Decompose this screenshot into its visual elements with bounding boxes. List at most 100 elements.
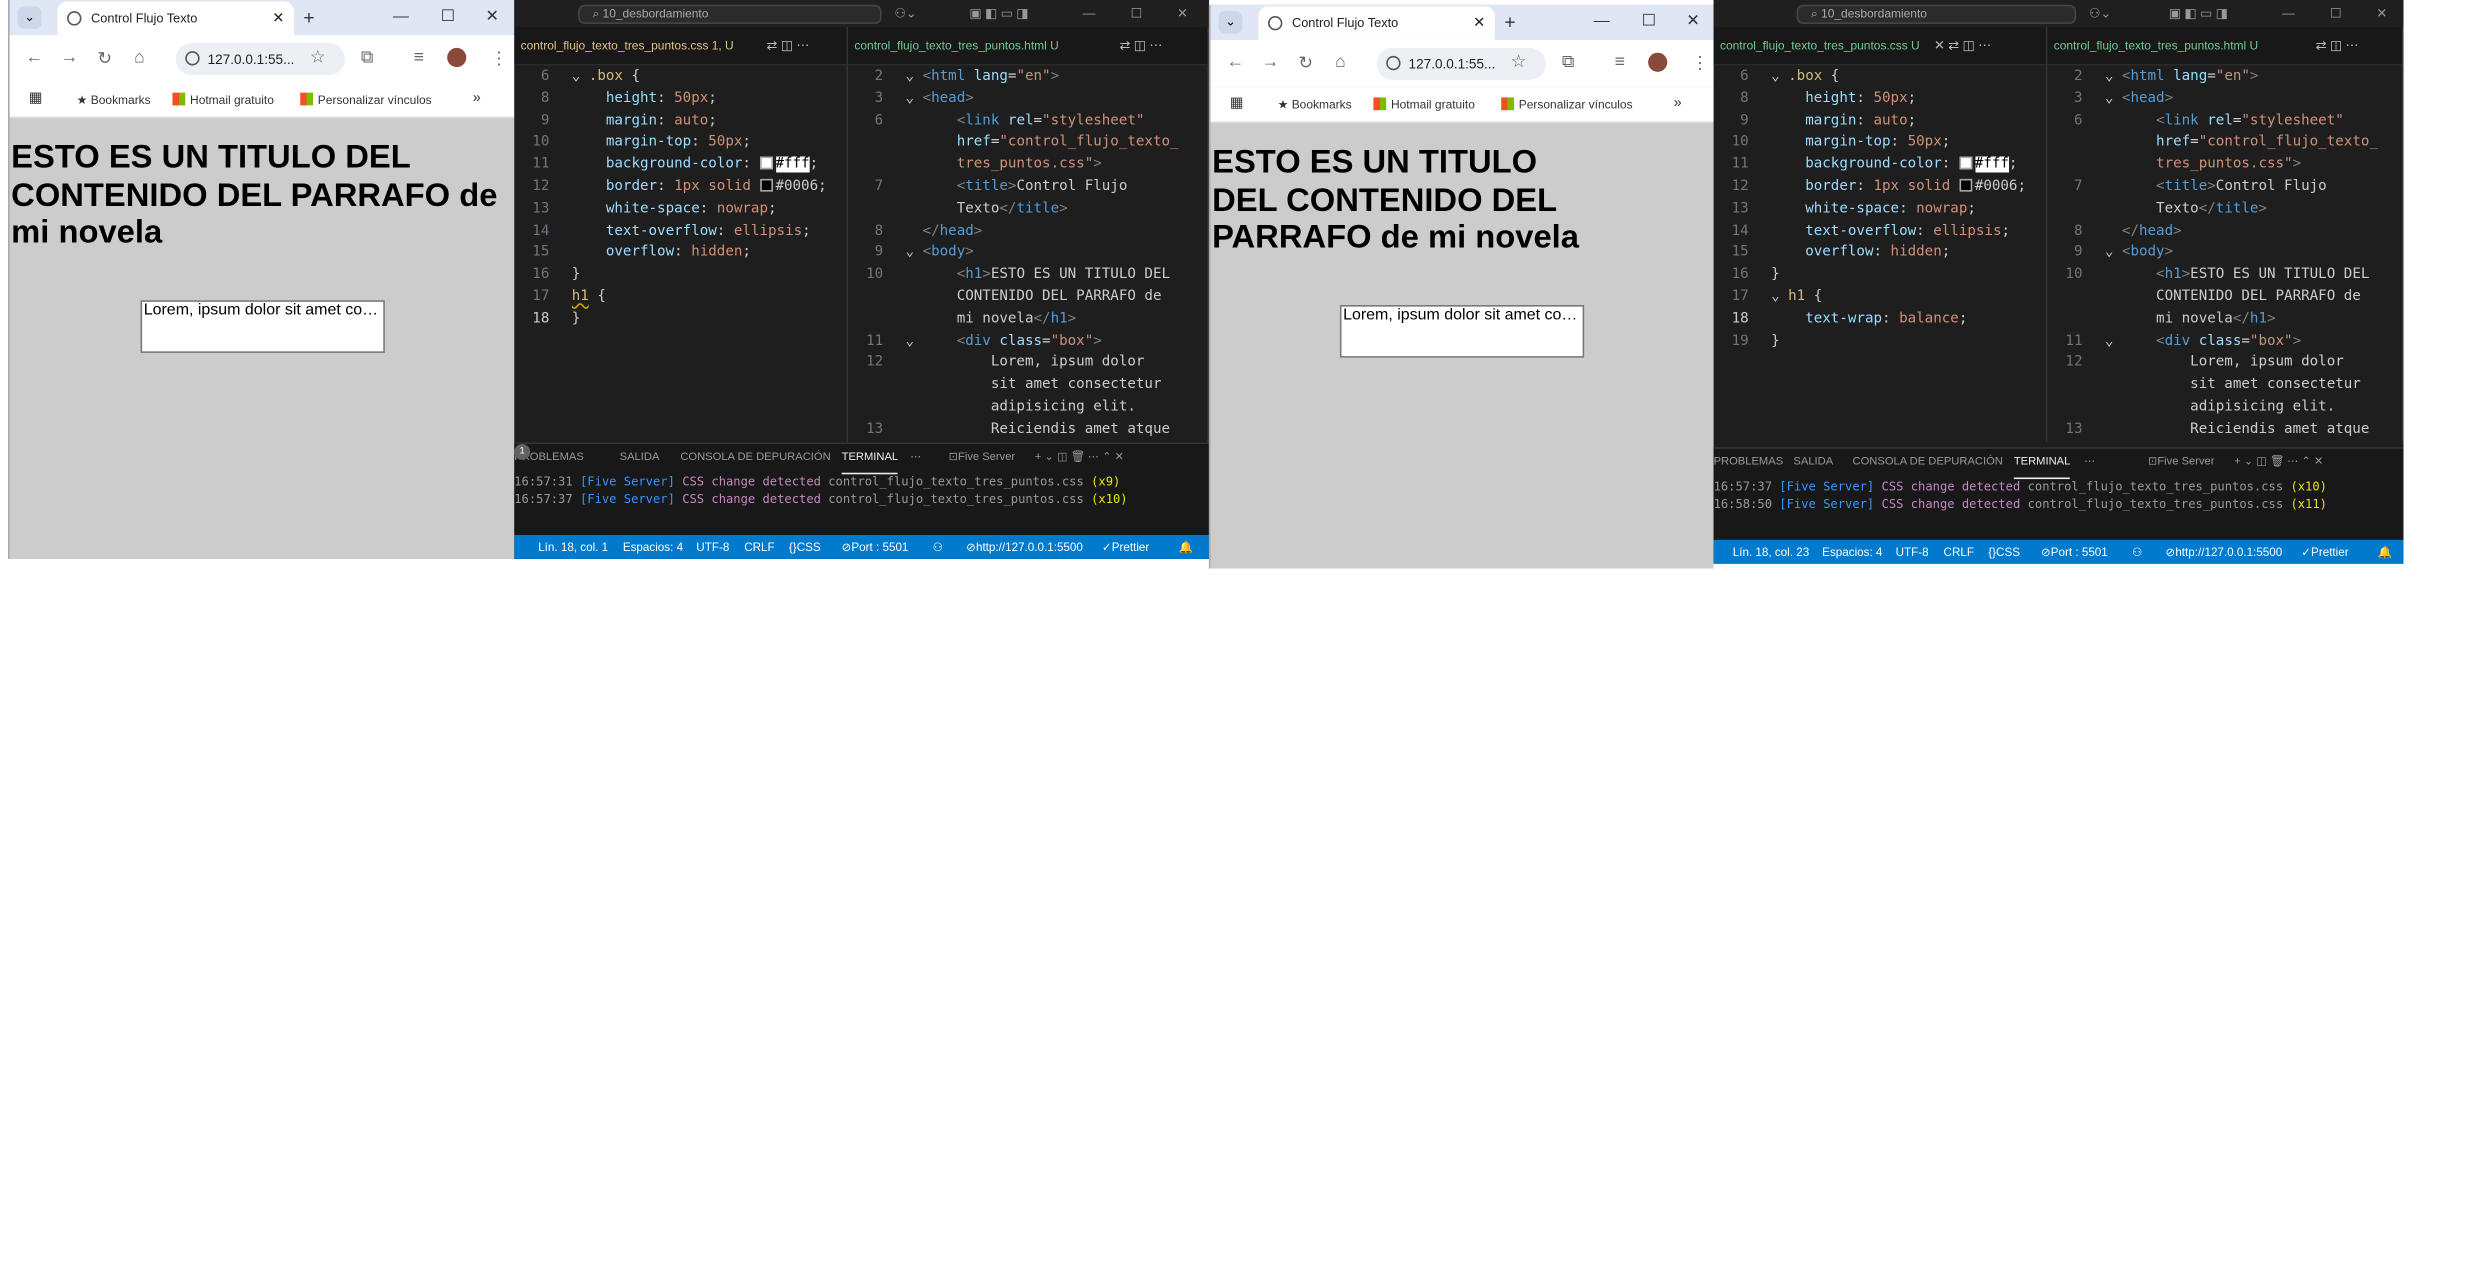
- css-file-tab[interactable]: control_flujo_texto_tres_puntos.css 1, U…: [514, 27, 847, 66]
- bell-icon[interactable]: 🔔: [2378, 540, 2393, 564]
- menu-icon[interactable]: ⋮: [1691, 53, 1709, 73]
- browser-tabstrip: ⌄ Control Flujo Texto ✕ + — ☐ ✕: [9, 0, 515, 36]
- terminal-profile[interactable]: ⊡ Five Server: [949, 444, 1016, 473]
- reload-icon[interactable]: ↻: [1298, 53, 1313, 73]
- close-tab-icon[interactable]: ✕: [272, 2, 284, 36]
- minimize-button[interactable]: —: [2282, 0, 2295, 27]
- bookmark-hotmail[interactable]: Hotmail gratuito: [1373, 97, 1475, 112]
- status-prettier[interactable]: ✓ Prettier: [1102, 535, 1149, 559]
- tab-salida[interactable]: SALIDA: [620, 444, 660, 473]
- command-center[interactable]: ⌕ 10_desbordamiento: [578, 4, 882, 24]
- star-icon[interactable]: ☆: [1511, 51, 1527, 72]
- star-icon[interactable]: ☆: [310, 46, 326, 67]
- more-bookmarks-icon[interactable]: »: [1674, 94, 1682, 110]
- close-window-button[interactable]: ✕: [1177, 0, 1188, 27]
- back-icon[interactable]: ←: [1226, 53, 1244, 72]
- tab-search-button[interactable]: ⌄: [1218, 11, 1243, 34]
- site-info-icon[interactable]: [1386, 55, 1401, 71]
- minimize-button[interactable]: —: [393, 0, 409, 35]
- maximize-button[interactable]: ☐: [441, 0, 455, 35]
- editor-actions-icons[interactable]: ⇄ ◫ ⋯: [767, 27, 810, 65]
- more-icon[interactable]: ⋯: [910, 444, 921, 473]
- status-eol[interactable]: CRLF: [1944, 540, 1974, 564]
- editor-actions-icons[interactable]: ⇄ ◫ ⋯: [1119, 27, 1162, 65]
- new-tab-button[interactable]: +: [1504, 5, 1515, 40]
- forward-icon[interactable]: →: [1262, 53, 1280, 72]
- close-tab-icon[interactable]: ✕: [1473, 6, 1485, 40]
- copilot-icon[interactable]: ⚇⌄: [894, 0, 916, 27]
- status-position[interactable]: Lín. 18, col. 1: [538, 535, 608, 559]
- terminal-profile[interactable]: ⊡ Five Server: [2148, 449, 2215, 478]
- extensions-icon[interactable]: ⧉: [361, 48, 374, 69]
- bookmark-personalizar[interactable]: Personalizar vínculos: [300, 92, 432, 107]
- site-info-icon[interactable]: [185, 51, 200, 66]
- layout-icons[interactable]: ▣ ◧ ▭ ◨: [2169, 0, 2228, 27]
- status-spaces[interactable]: Espacios: 4: [1822, 540, 1882, 564]
- panel-tabs: PROBLEMAS SALIDA CONSOLA DE DEPURACIÓN T…: [1714, 449, 2404, 480]
- bookmark-bookmarks[interactable]: ★ Bookmarks: [1278, 97, 1352, 111]
- copilot-icon[interactable]: ⚇⌄: [2089, 0, 2111, 27]
- browser-tab[interactable]: Control Flujo Texto ✕: [57, 1, 294, 36]
- close-window-button[interactable]: ✕: [485, 0, 498, 35]
- close-window-button[interactable]: ✕: [2376, 0, 2387, 27]
- close-window-button[interactable]: ✕: [1686, 5, 1699, 40]
- more-bookmarks-icon[interactable]: »: [473, 89, 481, 105]
- avatar[interactable]: [447, 47, 467, 68]
- browser-tab[interactable]: Control Flujo Texto ✕: [1258, 6, 1495, 40]
- status-eol[interactable]: CRLF: [744, 535, 774, 559]
- back-icon[interactable]: ←: [26, 48, 44, 67]
- minimize-button[interactable]: —: [1594, 5, 1610, 40]
- status-url[interactable]: ⊘ http://127.0.0.1:5500: [2166, 540, 2283, 564]
- status-encoding[interactable]: UTF-8: [696, 535, 729, 559]
- command-center[interactable]: ⌕ 10_desbordamiento: [1796, 4, 2077, 24]
- star-icon: ★: [1277, 97, 1289, 112]
- editor-actions-icons[interactable]: ✕ ⇄ ◫ ⋯: [1934, 27, 1991, 65]
- status-port[interactable]: ⊘ Port : 5501: [2041, 540, 2108, 564]
- bookmark-bookmarks[interactable]: ★ Bookmarks: [77, 93, 151, 107]
- status-encoding[interactable]: UTF-8: [1896, 540, 1929, 564]
- maximize-button[interactable]: ☐: [2330, 0, 2341, 27]
- panel-actions-icons[interactable]: + ⌄ ◫ 🗑 ⋯ ⌃ ✕: [1035, 444, 1124, 473]
- copilot-status-icon[interactable]: ⚇: [933, 535, 943, 559]
- tab-consola[interactable]: CONSOLA DE DEPURACIÓN: [680, 444, 830, 473]
- maximize-button[interactable]: ☐: [1642, 5, 1656, 40]
- layout-icons[interactable]: ▣ ◧ ▭ ◨: [969, 0, 1028, 27]
- menu-icon[interactable]: ⋮: [490, 48, 508, 69]
- panel-actions-icons[interactable]: + ⌄ ◫ 🗑 ⋯ ⌃ ✕: [2234, 449, 2323, 478]
- new-tab-button[interactable]: +: [303, 0, 314, 35]
- media-icon[interactable]: ≡: [1615, 53, 1625, 72]
- apps-icon[interactable]: ▦: [1230, 94, 1244, 112]
- status-spaces[interactable]: Espacios: 4: [623, 535, 683, 559]
- media-icon[interactable]: ≡: [414, 48, 424, 67]
- html-file-tab[interactable]: control_flujo_texto_tres_puntos.html U ⇄…: [848, 27, 1208, 66]
- tab-salida[interactable]: SALIDA: [1793, 449, 1833, 478]
- forward-icon[interactable]: →: [61, 48, 79, 67]
- status-port[interactable]: ⊘ Port : 5501: [842, 535, 909, 559]
- tab-consola[interactable]: CONSOLA DE DEPURACIÓN: [1853, 449, 2003, 478]
- maximize-button[interactable]: ☐: [1131, 0, 1142, 27]
- html-file-tab[interactable]: control_flujo_texto_tres_puntos.html U ⇄…: [2047, 27, 2402, 66]
- css-file-tab[interactable]: control_flujo_texto_tres_puntos.css U ✕ …: [1713, 27, 2046, 66]
- extensions-icon[interactable]: ⧉: [1562, 53, 1575, 74]
- status-url[interactable]: ⊘ http://127.0.0.1:5500: [966, 535, 1083, 559]
- bookmark-hotmail[interactable]: Hotmail gratuito: [172, 92, 274, 107]
- more-icon[interactable]: ⋯: [2084, 449, 2095, 478]
- apps-icon[interactable]: ▦: [29, 89, 43, 107]
- reload-icon[interactable]: ↻: [97, 48, 112, 69]
- tab-terminal[interactable]: TERMINAL: [2013, 449, 2071, 480]
- home-icon[interactable]: ⌂: [134, 48, 145, 67]
- status-language[interactable]: {} CSS: [1988, 540, 2020, 564]
- avatar[interactable]: [1648, 52, 1668, 72]
- copilot-status-icon[interactable]: ⚇: [2132, 540, 2142, 564]
- home-icon[interactable]: ⌂: [1335, 53, 1346, 72]
- tab-search-button[interactable]: ⌄: [17, 6, 42, 29]
- status-language[interactable]: {} CSS: [789, 535, 821, 559]
- status-position[interactable]: Lín. 18, col. 23: [1733, 540, 1809, 564]
- editor-actions-icons[interactable]: ⇄ ◫ ⋯: [2316, 27, 2359, 65]
- bell-icon[interactable]: 🔔: [1179, 535, 1194, 559]
- tab-problemas[interactable]: PROBLEMAS: [1714, 449, 1784, 478]
- bookmark-personalizar[interactable]: Personalizar vínculos: [1501, 97, 1633, 112]
- minimize-button[interactable]: —: [1083, 0, 1096, 27]
- tab-terminal[interactable]: TERMINAL: [841, 444, 899, 475]
- status-prettier[interactable]: ✓ Prettier: [2301, 540, 2348, 564]
